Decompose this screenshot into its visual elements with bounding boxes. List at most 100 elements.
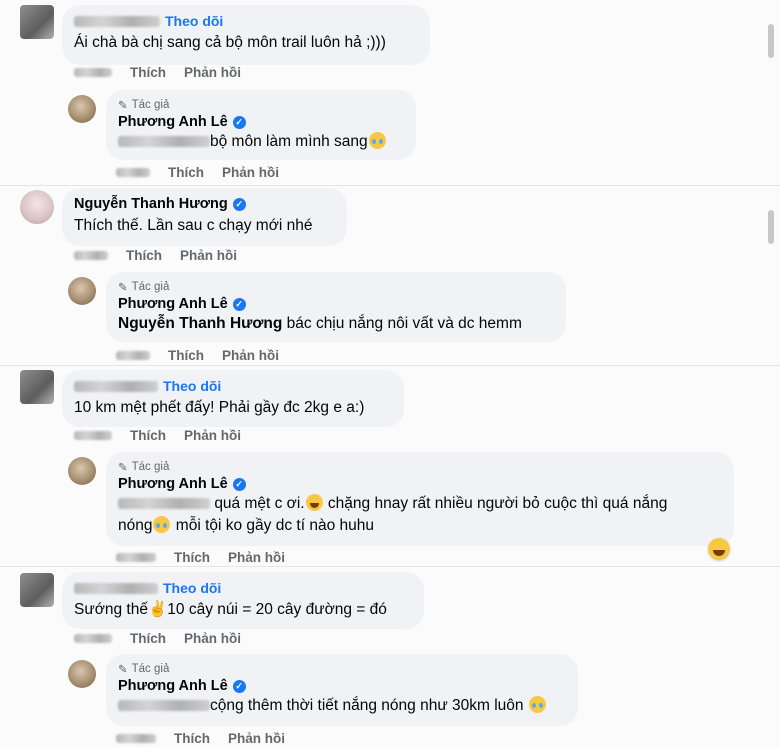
blurred-timestamp bbox=[74, 431, 112, 440]
author-tag: ✎ Tác giả bbox=[118, 99, 170, 112]
comment-bubble: Theo dõi Ái chà bà chị sang cả bộ môn tr… bbox=[62, 5, 430, 65]
blurred-name bbox=[74, 582, 158, 594]
reply-bubble: ✎ Tác giả Phương Anh Lê ✓ Nguyễn Thanh Hư… bbox=[106, 272, 566, 342]
blurred-timestamp bbox=[116, 168, 150, 177]
like-button[interactable]: Thích bbox=[126, 248, 162, 263]
verified-badge-icon: ✓ bbox=[232, 679, 246, 693]
peace-hand-emoji-icon: ✌ bbox=[147, 601, 168, 618]
panel-divider bbox=[0, 185, 780, 186]
like-button[interactable]: Thích bbox=[174, 550, 210, 565]
reply-text-row: Nguyễn Thanh Hương bác chịu nắng nôi vất… bbox=[118, 313, 554, 335]
author-tag: ✎ Tác giả bbox=[118, 281, 170, 294]
laugh-reaction-icon[interactable] bbox=[708, 538, 730, 560]
pencil-icon: ✎ bbox=[118, 100, 128, 112]
verified-badge-icon: ✓ bbox=[232, 477, 246, 491]
follow-link[interactable]: Theo dõi bbox=[165, 13, 223, 29]
avatar[interactable] bbox=[20, 370, 54, 404]
reply-text-row: cộng thêm thời tiết nắng nóng như 30km l… bbox=[118, 695, 566, 717]
reply-author-name[interactable]: Phương Anh Lê bbox=[118, 476, 228, 492]
blurred-timestamp bbox=[74, 251, 108, 260]
reply-text: bộ môn làm mình sang bbox=[210, 133, 368, 150]
reply-button[interactable]: Phản hồi bbox=[180, 248, 237, 263]
follow-link[interactable]: Theo dõi bbox=[163, 580, 221, 596]
comment-text: 10 cây núi = 20 cây đường = đó bbox=[167, 601, 387, 618]
comment-text-row: Sướng thế✌10 cây núi = 20 cây đường = đó bbox=[74, 599, 412, 621]
comment-bubble: Theo dõi 10 km mệt phết đấy! Phải gầy đc… bbox=[62, 370, 404, 427]
comment-thread-screenshot: Theo dõi Ái chà bà chị sang cả bộ môn tr… bbox=[0, 0, 780, 748]
reply-text-row: bộ môn làm mình sang bbox=[118, 131, 404, 153]
laugh-emoji-icon bbox=[305, 494, 323, 511]
reply-actions: Thích Phản hồi bbox=[116, 348, 279, 363]
reply-actions: Thích Phản hồi bbox=[116, 165, 279, 180]
reply-author-row: Phương Anh Lê ✓ bbox=[118, 114, 404, 130]
reply-bubble: ✎ Tác giả Phương Anh Lê ✓ quá mệt c ơi. c… bbox=[106, 452, 734, 546]
reply-button[interactable]: Phản hồi bbox=[222, 165, 279, 180]
reply-text: bác chịu nắng nôi vất và dc hemm bbox=[286, 315, 522, 332]
reply-actions: Thích Phản hồi bbox=[116, 731, 285, 746]
verified-badge-icon: ✓ bbox=[232, 197, 246, 211]
reply-button[interactable]: Phản hồi bbox=[228, 550, 285, 565]
comment-author-row: Theo dõi bbox=[74, 378, 392, 394]
blurred-mention bbox=[118, 700, 210, 712]
teary-emoji-icon bbox=[153, 516, 171, 533]
follow-link[interactable]: Theo dõi bbox=[163, 378, 221, 394]
mention-link[interactable]: Nguyễn Thanh Hương bbox=[118, 315, 282, 332]
reply-text: quá mệt c ơi. chặng hnay rất nhiều người… bbox=[118, 494, 668, 534]
blurred-timestamp bbox=[74, 68, 112, 77]
comment-actions: Thích Phản hồi bbox=[74, 65, 241, 80]
teary-emoji-icon bbox=[368, 132, 386, 149]
comment-actions: Thích Phản hồi bbox=[74, 631, 241, 646]
comment-author-row: Theo dõi bbox=[74, 580, 412, 596]
reply-author-name[interactable]: Phương Anh Lê bbox=[118, 114, 228, 130]
avatar[interactable] bbox=[68, 660, 96, 688]
like-button[interactable]: Thích bbox=[168, 348, 204, 363]
reply-button[interactable]: Phản hồi bbox=[184, 65, 241, 80]
blurred-timestamp bbox=[116, 553, 156, 562]
blurred-timestamp bbox=[116, 734, 156, 743]
avatar[interactable] bbox=[20, 190, 54, 224]
reply-author-name[interactable]: Phương Anh Lê bbox=[118, 296, 228, 312]
reply-button[interactable]: Phản hồi bbox=[222, 348, 279, 363]
comment-author-row: Nguyễn Thanh Hương ✓ bbox=[74, 196, 335, 212]
teary-emoji-icon bbox=[528, 696, 546, 713]
avatar[interactable] bbox=[68, 95, 96, 123]
reply-button[interactable]: Phản hồi bbox=[228, 731, 285, 746]
avatar[interactable] bbox=[68, 277, 96, 305]
blurred-mention bbox=[118, 136, 210, 148]
like-button[interactable]: Thích bbox=[130, 631, 166, 646]
blurred-name bbox=[74, 380, 158, 392]
like-button[interactable]: Thích bbox=[168, 165, 204, 180]
blurred-timestamp bbox=[74, 634, 112, 643]
reply-text: cộng thêm thời tiết nắng nóng như 30km l… bbox=[210, 697, 524, 714]
like-button[interactable]: Thích bbox=[174, 731, 210, 746]
scrollbar-thumb[interactable] bbox=[768, 210, 774, 244]
avatar[interactable] bbox=[20, 573, 54, 607]
comment-bubble: Nguyễn Thanh Hương ✓ Thích thế. Lần sau … bbox=[62, 188, 347, 246]
verified-badge-icon: ✓ bbox=[232, 297, 246, 311]
like-button[interactable]: Thích bbox=[130, 428, 166, 443]
avatar[interactable] bbox=[68, 457, 96, 485]
reply-author-name[interactable]: Phương Anh Lê bbox=[118, 678, 228, 694]
pencil-icon: ✎ bbox=[118, 664, 128, 676]
comment-author-name[interactable]: Nguyễn Thanh Hương bbox=[74, 196, 228, 212]
blurred-name bbox=[74, 15, 160, 27]
reply-bubble: ✎ Tác giả Phương Anh Lê ✓ cộng thêm thời … bbox=[106, 654, 578, 726]
panel-divider bbox=[0, 365, 780, 366]
scrollbar-thumb[interactable] bbox=[768, 24, 774, 58]
reply-button[interactable]: Phản hồi bbox=[184, 631, 241, 646]
comment-actions: Thích Phản hồi bbox=[74, 428, 241, 443]
reply-bubble: ✎ Tác giả Phương Anh Lê ✓ bộ môn làm mình… bbox=[106, 90, 416, 160]
author-tag: ✎ Tác giả bbox=[118, 663, 170, 676]
reply-author-row: Phương Anh Lê ✓ bbox=[118, 678, 566, 694]
avatar[interactable] bbox=[20, 5, 54, 39]
comment-text: Ái chà bà chị sang cả bộ môn trail luôn … bbox=[74, 34, 386, 51]
like-button[interactable]: Thích bbox=[130, 65, 166, 80]
blurred-mention bbox=[118, 498, 210, 510]
comment-text: Thích thế. Lần sau c chạy mới nhé bbox=[74, 217, 313, 234]
reply-button[interactable]: Phản hồi bbox=[184, 428, 241, 443]
comment-text: 10 km mệt phết đấy! Phải gầy đc 2kg e a:… bbox=[74, 399, 365, 416]
reply-author-row: Phương Anh Lê ✓ bbox=[118, 296, 554, 312]
comment-text: Sướng thế bbox=[74, 601, 148, 618]
comment-actions: Thích Phản hồi bbox=[74, 248, 237, 263]
pencil-icon: ✎ bbox=[118, 282, 128, 294]
